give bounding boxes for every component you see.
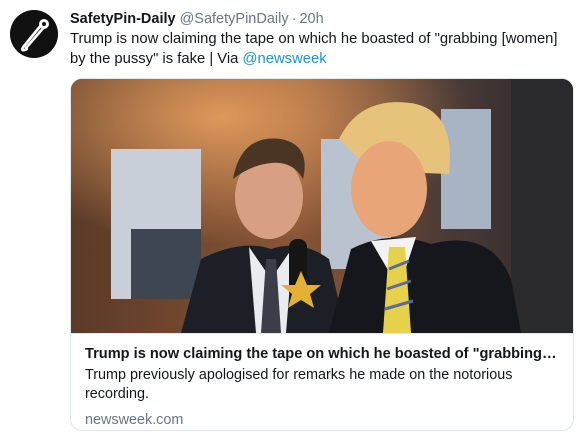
card-title[interactable]: Trump is now claiming the tape on which … [85,344,559,364]
card-description: Trump previously apologised for remarks … [85,367,513,402]
user-handle[interactable]: @SafetyPinDaily [180,11,289,27]
card-body[interactable]: Trump is now claiming the tape on which … [71,333,573,430]
tweet-timestamp[interactable]: 20h [299,11,323,27]
avatar[interactable] [10,10,58,58]
card-photo [71,79,573,333]
card-domain[interactable]: newsweek.com [85,411,559,430]
mention-link[interactable]: @newsweek [243,51,327,67]
card-image[interactable] [71,79,573,333]
display-name[interactable]: SafetyPin-Daily [70,11,176,27]
safety-pin-icon [10,10,58,58]
separator-dot: · [291,11,297,27]
link-card[interactable]: Trump is now claiming the tape on which … [70,78,574,431]
tweet-header: SafetyPin-Daily @SafetyPinDaily · 20h [70,9,324,29]
tweet-text: Trump is now claiming the tape on which … [70,29,570,69]
